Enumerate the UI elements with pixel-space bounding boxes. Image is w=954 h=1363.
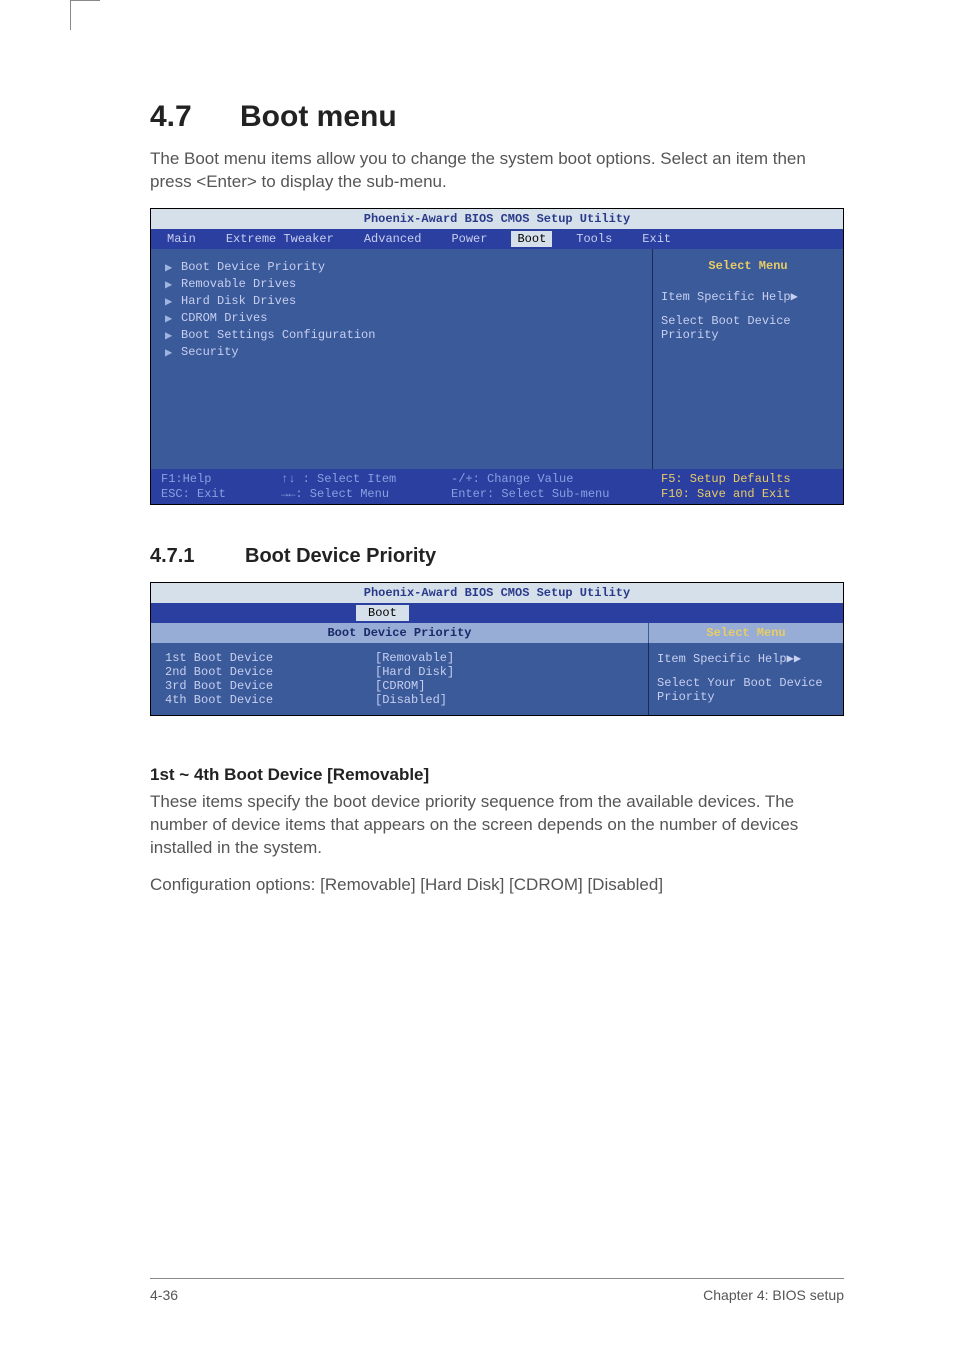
panel-title: Boot Device Priority (151, 623, 648, 643)
tab-main[interactable]: Main (161, 231, 202, 247)
paragraph-body: These items specify the boot device prio… (150, 791, 844, 860)
help-panel-title: Select Menu (661, 259, 835, 273)
boot-device-list: 1st Boot Device[Removable] 2nd Boot Devi… (151, 643, 648, 715)
help-text: Select Your Boot Device Priority (657, 676, 835, 704)
menu-item-label: CDROM Drives (181, 311, 267, 326)
help-text: Item Specific Help▶▶ (657, 651, 835, 666)
double-triangle-icon: ▶▶ (787, 652, 801, 666)
field-label: 3rd Boot Device (165, 679, 375, 693)
subsection-heading: 4.7.1Boot Device Priority (150, 545, 844, 568)
bios-menubar: Boot (151, 603, 843, 623)
section-number: 4.7 (150, 100, 240, 134)
menu-item[interactable]: ▶ Hard Disk Drives (165, 293, 638, 310)
menu-item[interactable]: ▶ CDROM Drives (165, 310, 638, 327)
menu-item-label: Boot Device Priority (181, 260, 325, 275)
menu-item[interactable]: ▶ Boot Device Priority (165, 259, 638, 276)
bios-title: Phoenix-Award BIOS CMOS Setup Utility (151, 583, 843, 603)
tab-boot[interactable]: Boot (511, 231, 552, 247)
field-value: [Disabled] (375, 693, 447, 707)
subsection-number: 4.7.1 (150, 545, 245, 568)
field-label: 1st Boot Device (165, 651, 375, 665)
triangle-icon: ▶ (165, 345, 175, 360)
tab-extreme-tweaker[interactable]: Extreme Tweaker (220, 231, 340, 247)
tab-exit[interactable]: Exit (636, 231, 677, 247)
page-number: 4-36 (150, 1287, 178, 1303)
triangle-icon: ▶ (165, 294, 175, 309)
triangle-icon: ▶ (165, 311, 175, 326)
list-item[interactable]: 4th Boot Device[Disabled] (165, 693, 634, 707)
tab-boot[interactable]: Boot (356, 605, 409, 621)
triangle-icon: ▶ (165, 328, 175, 343)
tab-tools[interactable]: Tools (570, 231, 618, 247)
field-value: [Removable] (375, 651, 454, 665)
key-hint: F10: Save and Exit (661, 487, 833, 501)
triangle-icon: ▶ (165, 277, 175, 292)
bios-help-panel: Item Specific Help▶▶ Select Your Boot De… (648, 643, 843, 715)
menu-item-label: Security (181, 345, 239, 360)
tab-power[interactable]: Power (445, 231, 493, 247)
triangle-icon: ▶ (165, 260, 175, 275)
bios-menu-list: ▶Boot Device Priority ▶Removable Drives … (151, 249, 653, 469)
key-hint: ESC: Exit (161, 487, 281, 501)
key-hint: F1:Help (161, 472, 281, 486)
subsection-title: Boot Device Priority (245, 545, 436, 567)
help-text: Item Specific Help▶ (661, 289, 835, 304)
bios-key-legend: F1:Help ESC: Exit ↑↓ : Select Item →←: S… (151, 469, 843, 504)
section-heading: 4.7Boot menu (150, 100, 844, 134)
section-intro: The Boot menu items allow you to change … (150, 148, 844, 194)
field-value: [Hard Disk] (375, 665, 454, 679)
bios-title: Phoenix-Award BIOS CMOS Setup Utility (151, 209, 843, 229)
help-panel-title: Select Menu (648, 623, 843, 643)
list-item[interactable]: 1st Boot Device[Removable] (165, 651, 634, 665)
paragraph-body: Configuration options: [Removable] [Hard… (150, 874, 844, 897)
key-hint: -/+: Change Value (451, 472, 661, 486)
menu-item-label: Boot Settings Configuration (181, 328, 375, 343)
list-item[interactable]: 2nd Boot Device[Hard Disk] (165, 665, 634, 679)
key-hint: ↑↓ : Select Item (281, 472, 451, 486)
field-label: 4th Boot Device (165, 693, 375, 707)
bios-menubar: Main Extreme Tweaker Advanced Power Boot… (151, 229, 843, 249)
menu-item[interactable]: ▶ Security (165, 344, 638, 361)
menu-item-label: Hard Disk Drives (181, 294, 296, 309)
paragraph-heading: 1st ~ 4th Boot Device [Removable] (150, 765, 844, 785)
key-hint: F5: Setup Defaults (661, 472, 833, 486)
section-title: Boot menu (240, 100, 397, 133)
menu-item[interactable]: ▶ Boot Settings Configuration (165, 327, 638, 344)
key-hint: Enter: Select Sub-menu (451, 487, 661, 501)
key-hint: →←: Select Menu (281, 487, 451, 501)
help-text: Select Boot Device Priority (661, 314, 835, 342)
tab-advanced[interactable]: Advanced (358, 231, 428, 247)
menu-item-label: Removable Drives (181, 277, 296, 292)
bios-help-panel: Select Menu Item Specific Help▶ Select B… (653, 249, 843, 469)
page-footer: 4-36 Chapter 4: BIOS setup (150, 1278, 844, 1303)
list-item[interactable]: 3rd Boot Device[CDROM] (165, 679, 634, 693)
chapter-label: Chapter 4: BIOS setup (703, 1287, 844, 1303)
bios-screenshot-boot-menu: Phoenix-Award BIOS CMOS Setup Utility Ma… (150, 208, 844, 505)
menu-item[interactable]: ▶ Removable Drives (165, 276, 638, 293)
bios-screenshot-boot-priority: Phoenix-Award BIOS CMOS Setup Utility Bo… (150, 582, 844, 716)
field-label: 2nd Boot Device (165, 665, 375, 679)
field-value: [CDROM] (375, 679, 425, 693)
triangle-icon: ▶ (791, 290, 798, 304)
torn-edge-decoration (150, 722, 844, 725)
